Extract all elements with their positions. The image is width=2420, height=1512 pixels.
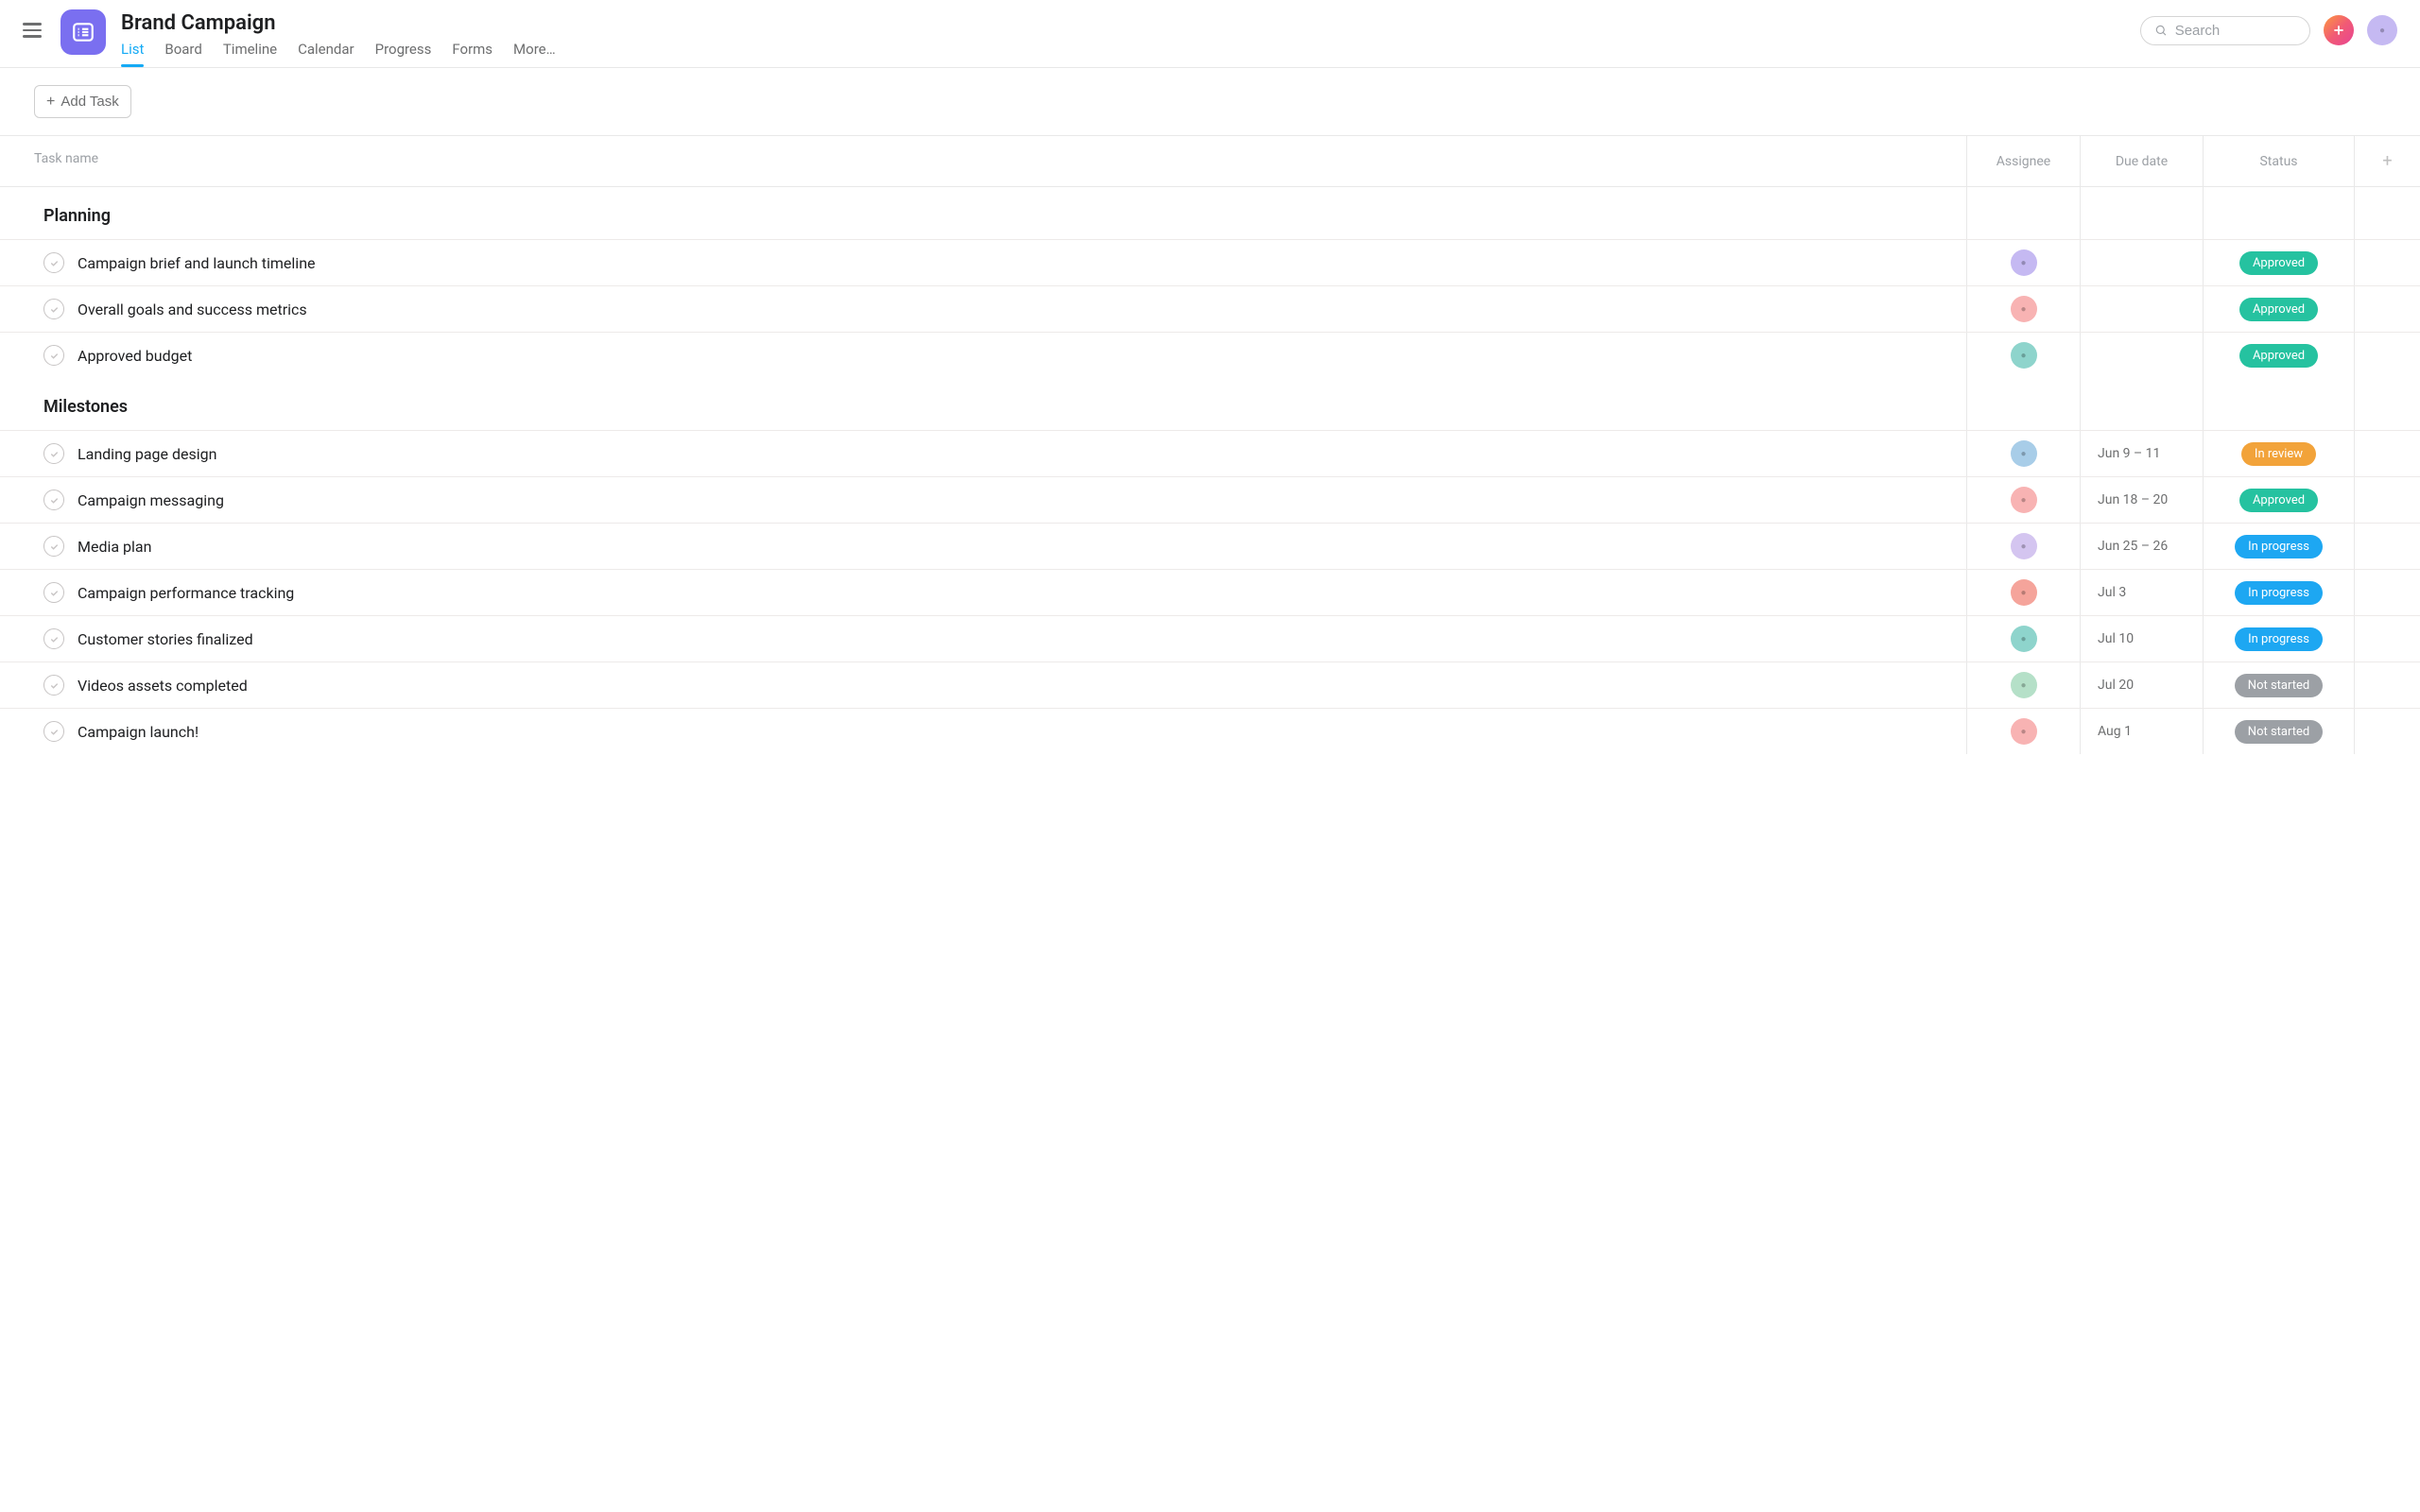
task-row[interactable]: Campaign launch! Aug 1 Not started bbox=[0, 708, 2420, 754]
tab-board[interactable]: Board bbox=[164, 41, 201, 67]
task-row[interactable]: Campaign brief and launch timeline Appro… bbox=[0, 239, 2420, 285]
title-block: Brand Campaign List Board Timeline Calendar… bbox=[121, 9, 2125, 67]
status-pill[interactable]: In progress bbox=[2235, 627, 2323, 651]
task-name: Landing page design bbox=[78, 445, 216, 463]
status-pill[interactable]: Approved bbox=[2239, 251, 2318, 275]
assignee-avatar[interactable] bbox=[2011, 296, 2037, 322]
task-name: Videos assets completed bbox=[78, 677, 248, 695]
status-pill[interactable]: Not started bbox=[2235, 674, 2323, 697]
column-header-task[interactable]: Task name bbox=[0, 136, 1966, 186]
tab-more[interactable]: More… bbox=[513, 41, 556, 67]
due-date[interactable]: Aug 1 bbox=[2098, 724, 2132, 739]
status-pill[interactable]: Approved bbox=[2239, 298, 2318, 321]
due-date[interactable]: Jun 9 – 11 bbox=[2098, 446, 2160, 461]
section-header: Planning bbox=[0, 187, 2420, 239]
table-header: Task name Assignee Due date Status + bbox=[0, 135, 2420, 187]
search-input[interactable] bbox=[2175, 23, 2296, 39]
due-date[interactable]: Jun 18 – 20 bbox=[2098, 492, 2168, 507]
assignee-avatar[interactable] bbox=[2011, 718, 2037, 745]
toolbar: + Add Task bbox=[0, 68, 2420, 135]
task-name: Campaign messaging bbox=[78, 491, 224, 509]
task-row[interactable]: Approved budget Approved bbox=[0, 332, 2420, 378]
status-pill[interactable]: In progress bbox=[2235, 581, 2323, 605]
task-name: Overall goals and success metrics bbox=[78, 301, 307, 318]
task-row[interactable]: Campaign performance tracking Jul 3 In p… bbox=[0, 569, 2420, 615]
global-add-button[interactable] bbox=[2324, 15, 2354, 45]
tab-progress[interactable]: Progress bbox=[375, 41, 432, 67]
task-name: Campaign performance tracking bbox=[78, 584, 294, 602]
status-pill[interactable]: Not started bbox=[2235, 720, 2323, 744]
search-icon bbox=[2154, 23, 2168, 38]
status-pill[interactable]: In review bbox=[2241, 442, 2316, 466]
assignee-avatar[interactable] bbox=[2011, 487, 2037, 513]
complete-checkbox-icon[interactable] bbox=[43, 443, 64, 464]
task-row[interactable]: Videos assets completed Jul 20 Not start… bbox=[0, 662, 2420, 708]
search-input-wrap[interactable] bbox=[2140, 16, 2310, 45]
tab-calendar[interactable]: Calendar bbox=[298, 41, 354, 67]
column-header-status[interactable]: Status bbox=[2203, 136, 2354, 186]
menu-toggle-icon[interactable] bbox=[23, 19, 45, 42]
header-right bbox=[2140, 15, 2397, 45]
tab-timeline[interactable]: Timeline bbox=[223, 41, 277, 67]
status-pill[interactable]: Approved bbox=[2239, 489, 2318, 512]
assignee-avatar[interactable] bbox=[2011, 626, 2037, 652]
assignee-avatar[interactable] bbox=[2011, 440, 2037, 467]
complete-checkbox-icon[interactable] bbox=[43, 490, 64, 510]
app-header: Brand Campaign List Board Timeline Calendar… bbox=[0, 0, 2420, 68]
complete-checkbox-icon[interactable] bbox=[43, 299, 64, 319]
assignee-avatar[interactable] bbox=[2011, 342, 2037, 369]
complete-checkbox-icon[interactable] bbox=[43, 252, 64, 273]
due-date[interactable]: Jul 3 bbox=[2098, 585, 2126, 600]
task-name: Campaign brief and launch timeline bbox=[78, 254, 316, 272]
task-name: Approved budget bbox=[78, 347, 192, 365]
status-pill[interactable]: Approved bbox=[2239, 344, 2318, 368]
add-column-button[interactable]: + bbox=[2354, 136, 2420, 186]
assignee-avatar[interactable] bbox=[2011, 249, 2037, 276]
due-date[interactable]: Jun 25 – 26 bbox=[2098, 539, 2168, 554]
section-title[interactable]: Planning bbox=[43, 206, 1966, 226]
section-header: Milestones bbox=[0, 378, 2420, 430]
assignee-avatar[interactable] bbox=[2011, 579, 2037, 606]
complete-checkbox-icon[interactable] bbox=[43, 345, 64, 366]
tab-list[interactable]: List bbox=[121, 41, 144, 67]
complete-checkbox-icon[interactable] bbox=[43, 628, 64, 649]
user-avatar[interactable] bbox=[2367, 15, 2397, 45]
status-pill[interactable]: In progress bbox=[2235, 535, 2323, 558]
assignee-avatar[interactable] bbox=[2011, 672, 2037, 698]
task-name: Customer stories finalized bbox=[78, 630, 253, 648]
due-date[interactable]: Jul 10 bbox=[2098, 631, 2134, 646]
project-title: Brand Campaign bbox=[121, 11, 2125, 35]
task-row[interactable]: Customer stories finalized Jul 10 In pro… bbox=[0, 615, 2420, 662]
task-row[interactable]: Campaign messaging Jun 18 – 20 Approved bbox=[0, 476, 2420, 523]
task-name: Campaign launch! bbox=[78, 723, 199, 741]
tab-forms[interactable]: Forms bbox=[452, 41, 493, 67]
task-row[interactable]: Media plan Jun 25 – 26 In progress bbox=[0, 523, 2420, 569]
complete-checkbox-icon[interactable] bbox=[43, 675, 64, 696]
task-row[interactable]: Landing page design Jun 9 – 11 In review bbox=[0, 430, 2420, 476]
task-row[interactable]: Overall goals and success metrics Approv… bbox=[0, 285, 2420, 332]
section-title[interactable]: Milestones bbox=[43, 397, 1966, 417]
complete-checkbox-icon[interactable] bbox=[43, 721, 64, 742]
complete-checkbox-icon[interactable] bbox=[43, 536, 64, 557]
add-task-label: Add Task bbox=[60, 94, 118, 110]
column-header-due[interactable]: Due date bbox=[2080, 136, 2203, 186]
task-sections: Planning Campaign brief and launch timel… bbox=[0, 187, 2420, 754]
column-header-assignee[interactable]: Assignee bbox=[1966, 136, 2080, 186]
plus-icon: + bbox=[46, 94, 55, 110]
complete-checkbox-icon[interactable] bbox=[43, 582, 64, 603]
plus-icon bbox=[2332, 24, 2345, 37]
add-task-button[interactable]: + Add Task bbox=[34, 85, 131, 118]
task-name: Media plan bbox=[78, 538, 151, 556]
due-date[interactable]: Jul 20 bbox=[2098, 678, 2134, 693]
view-tabs: List Board Timeline Calendar Progress Forms Mo… bbox=[121, 41, 2125, 67]
project-icon[interactable] bbox=[60, 9, 106, 55]
assignee-avatar[interactable] bbox=[2011, 533, 2037, 559]
